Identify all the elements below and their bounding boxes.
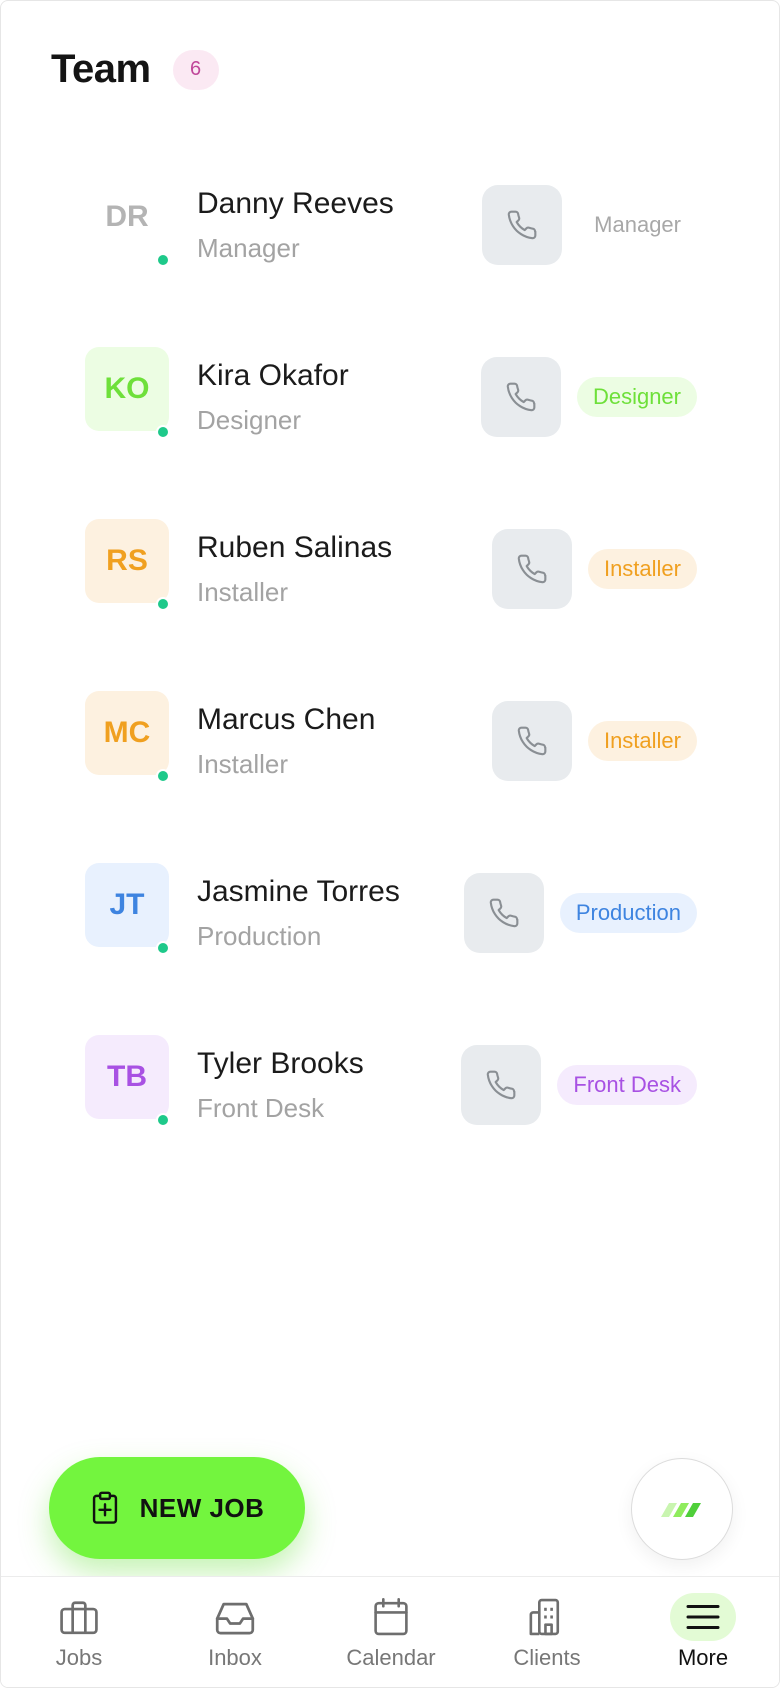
role-tag: Designer (576, 377, 697, 417)
briefcase-icon (60, 1601, 98, 1635)
avatar-initials: MC (103, 716, 151, 749)
team-list: DR Danny Reeves Manager Manager KO Kira … (1, 173, 779, 1205)
phone-icon (507, 210, 537, 240)
member-role: Designer (197, 405, 302, 435)
menu-icon (686, 1605, 720, 1629)
phone-icon (489, 898, 519, 928)
role-tag: Front Desk (557, 1065, 697, 1105)
member-role: Installer (197, 577, 289, 607)
page-title: Team (51, 47, 151, 91)
call-button[interactable] (491, 701, 572, 781)
new-job-label: NEW JOB (139, 1492, 265, 1523)
phone-icon (517, 726, 547, 756)
building-icon (529, 1598, 560, 1636)
member-role: Manager (197, 233, 300, 263)
phone-icon (517, 554, 547, 584)
call-button[interactable] (461, 1045, 542, 1125)
nav-label: Inbox (208, 1645, 262, 1670)
bottom-nav: Jobs Inbox Calendar Clients More (1, 1576, 779, 1687)
avatar: RS (85, 519, 169, 603)
row-actions: Installer (491, 529, 697, 609)
member-count-badge: 6 (172, 49, 219, 90)
online-status-dot (156, 253, 170, 267)
member-role: Installer (197, 749, 289, 779)
row-actions: Installer (491, 701, 697, 781)
nav-label: Clients (513, 1645, 581, 1670)
row-actions: Manager (482, 185, 697, 265)
team-member-row[interactable]: DR Danny Reeves Manager Manager (1, 173, 779, 345)
member-role: Production (197, 921, 322, 951)
row-actions: Front Desk (461, 1045, 697, 1125)
team-member-row[interactable]: MC Marcus Chen Installer Installer (1, 689, 779, 861)
call-button[interactable] (480, 357, 561, 437)
member-role: Front Desk (197, 1093, 325, 1123)
phone-icon (487, 1070, 516, 1100)
team-screen: Team 6 DR Danny Reeves Manager Manager K… (0, 0, 780, 1688)
member-name: Marcus Chen (197, 703, 376, 736)
role-tag: Production (559, 893, 697, 933)
stripes-logo-icon (661, 1503, 701, 1517)
role-tag: Manager (578, 205, 697, 245)
clipboard-plus-icon (92, 1491, 117, 1524)
inbox-icon (215, 1602, 255, 1635)
call-button[interactable] (463, 873, 544, 953)
online-status-dot (156, 941, 170, 955)
team-member-row[interactable]: KO Kira Okafor Designer Designer (1, 345, 779, 517)
role-tag: Installer (587, 549, 697, 589)
nav-item-inbox[interactable]: Inbox (157, 1577, 313, 1687)
avatar-initials: RS (106, 544, 148, 577)
avatar-initials: TB (107, 1060, 147, 1093)
row-actions: Designer (480, 357, 697, 437)
avatar: KO (85, 347, 169, 431)
assistant-button[interactable] (631, 1458, 733, 1560)
online-status-dot (156, 769, 170, 783)
nav-item-more[interactable]: More (625, 1577, 779, 1687)
member-name: Danny Reeves (197, 187, 394, 220)
avatar: MC (85, 691, 169, 775)
online-status-dot (156, 425, 170, 439)
new-job-button[interactable]: NEW JOB (49, 1457, 305, 1559)
avatar: JT (85, 863, 169, 947)
team-member-row[interactable]: JT Jasmine Torres Production Production (1, 861, 779, 1033)
phone-icon (506, 382, 536, 412)
team-member-row[interactable]: TB Tyler Brooks Front Desk Front Desk (1, 1033, 779, 1205)
avatar-initials: JT (109, 888, 145, 921)
nav-label: Jobs (55, 1645, 103, 1670)
member-name: Tyler Brooks (197, 1047, 364, 1080)
role-tag: Installer (587, 721, 697, 761)
call-button[interactable] (482, 185, 563, 265)
avatar-initials: KO (104, 372, 150, 405)
member-name: Jasmine Torres (197, 875, 400, 908)
team-member-row[interactable]: RS Ruben Salinas Installer Installer (1, 517, 779, 689)
nav-label: More (677, 1645, 729, 1670)
row-actions: Production (463, 873, 697, 953)
online-status-dot (156, 1113, 170, 1127)
avatar-initials: DR (105, 200, 149, 233)
nav-label: Calendar (346, 1645, 436, 1670)
nav-item-jobs[interactable]: Jobs (1, 1577, 157, 1687)
online-status-dot (156, 597, 170, 611)
avatar: TB (85, 1035, 169, 1119)
call-button[interactable] (491, 529, 572, 609)
nav-item-clients[interactable]: Clients (469, 1577, 625, 1687)
page-header: Team 6 (51, 47, 219, 92)
member-name: Ruben Salinas (197, 531, 393, 564)
member-name: Kira Okafor (197, 359, 349, 392)
calendar-icon (374, 1598, 408, 1636)
nav-item-calendar[interactable]: Calendar (313, 1577, 469, 1687)
avatar: DR (85, 175, 169, 259)
